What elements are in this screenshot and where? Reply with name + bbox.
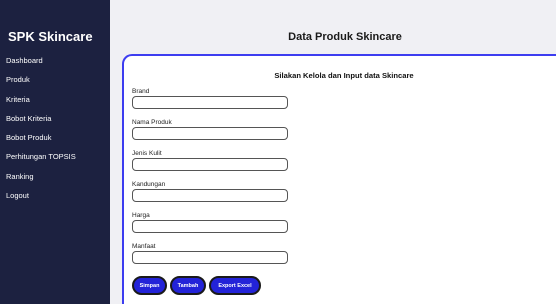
sidebar-item-logout[interactable]: Logout <box>6 190 76 209</box>
app-window: SPK Skincare Dashboard Produk Kriteria B… <box>0 0 556 304</box>
sidebar-nav: Dashboard Produk Kriteria Bobot Kriteria… <box>6 55 76 209</box>
brand-input[interactable] <box>132 96 288 109</box>
manfaat-label: Manfaat <box>132 243 156 250</box>
sidebar-brand: SPK Skincare <box>8 29 93 44</box>
form-card: Silakan Kelola dan Input data Skincare B… <box>122 54 556 304</box>
page-title: Data Produk Skincare <box>288 31 402 43</box>
harga-field-group: Harga <box>132 212 288 233</box>
sidebar-item-produk[interactable]: Produk <box>6 74 76 93</box>
sidebar-item-dashboard[interactable]: Dashboard <box>6 55 76 74</box>
sidebar-item-bobot-kriteria[interactable]: Bobot Kriteria <box>6 113 76 132</box>
export-excel-button[interactable]: Export Excel <box>209 276 261 295</box>
brand-label: Brand <box>132 88 150 95</box>
form-title: Silakan Kelola dan Input data Skincare <box>274 71 414 80</box>
jenis-kulit-field-group: Jenis Kulit <box>132 150 288 171</box>
main-content: Data Produk Skincare Silakan Kelola dan … <box>110 0 556 304</box>
kandungan-label: Kandungan <box>132 181 166 188</box>
sidebar-item-perhitungan-topsis[interactable]: Perhitungan TOPSIS <box>6 151 76 170</box>
kandungan-field-group: Kandungan <box>132 181 288 202</box>
kandungan-input[interactable] <box>132 189 288 202</box>
harga-input[interactable] <box>132 220 288 233</box>
jenis-kulit-label: Jenis Kulit <box>132 150 162 157</box>
add-button[interactable]: Tambah <box>170 276 206 295</box>
form-actions: Simpan Tambah Export Excel <box>132 276 261 295</box>
nama-produk-label: Nama Produk <box>132 119 172 126</box>
manfaat-field-group: Manfaat <box>132 243 288 264</box>
harga-label: Harga <box>132 212 150 219</box>
jenis-kulit-input[interactable] <box>132 158 288 171</box>
sidebar-item-kriteria[interactable]: Kriteria <box>6 94 76 113</box>
sidebar-item-ranking[interactable]: Ranking <box>6 171 76 190</box>
nama-produk-input[interactable] <box>132 127 288 140</box>
brand-field-group: Brand <box>132 88 288 109</box>
sidebar: SPK Skincare Dashboard Produk Kriteria B… <box>0 0 110 304</box>
manfaat-input[interactable] <box>132 251 288 264</box>
nama-produk-field-group: Nama Produk <box>132 119 288 140</box>
save-button[interactable]: Simpan <box>132 276 167 295</box>
sidebar-item-bobot-produk[interactable]: Bobot Produk <box>6 132 76 151</box>
